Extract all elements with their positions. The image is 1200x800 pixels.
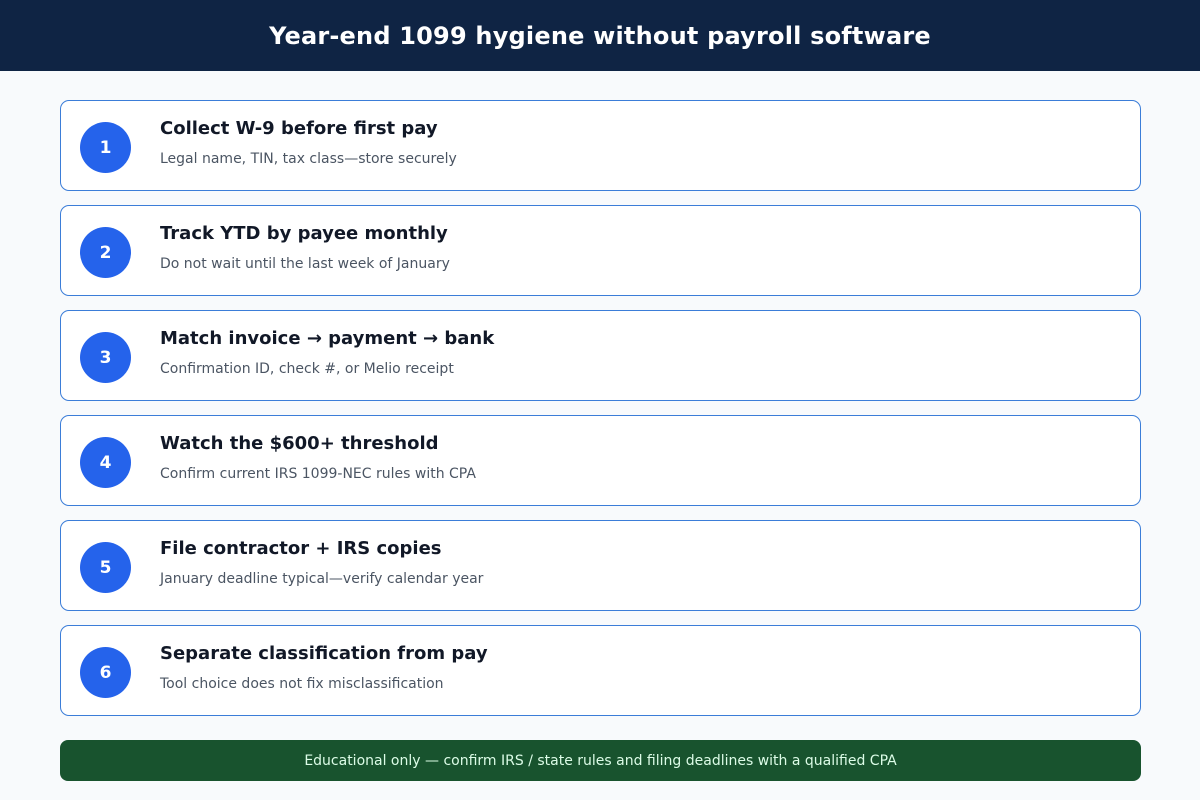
step-card: 2 Track YTD by payee monthly Do not wait… xyxy=(60,205,1141,296)
step-description: Tool choice does not fix misclassificati… xyxy=(160,676,444,692)
step-number-badge: 1 xyxy=(80,122,131,173)
step-title: Match invoice → payment → bank xyxy=(160,328,495,349)
step-card: 5 File contractor + IRS copies January d… xyxy=(60,520,1141,611)
header-banner: Year-end 1099 hygiene without payroll so… xyxy=(0,0,1200,71)
step-number-badge: 6 xyxy=(80,647,131,698)
disclaimer-text: Educational only — confirm IRS / state r… xyxy=(304,752,897,769)
step-description: Do not wait until the last week of Janua… xyxy=(160,256,450,272)
step-description: Legal name, TIN, tax class—store securel… xyxy=(160,151,457,167)
step-number-badge: 2 xyxy=(80,227,131,278)
step-description: January deadline typical—verify calendar… xyxy=(160,571,484,587)
step-description: Confirm current IRS 1099-NEC rules with … xyxy=(160,466,476,482)
step-title: Separate classification from pay xyxy=(160,643,488,664)
step-list: 1 Collect W-9 before first pay Legal nam… xyxy=(60,100,1141,730)
step-number-badge: 3 xyxy=(80,332,131,383)
step-card: 4 Watch the $600+ threshold Confirm curr… xyxy=(60,415,1141,506)
page-title: Year-end 1099 hygiene without payroll so… xyxy=(269,21,931,50)
step-card: 6 Separate classification from pay Tool … xyxy=(60,625,1141,716)
step-description: Confirmation ID, check #, or Melio recei… xyxy=(160,361,454,377)
disclaimer-banner: Educational only — confirm IRS / state r… xyxy=(60,740,1141,781)
step-title: File contractor + IRS copies xyxy=(160,538,442,559)
step-title: Watch the $600+ threshold xyxy=(160,433,439,454)
step-number-badge: 4 xyxy=(80,437,131,488)
step-number-badge: 5 xyxy=(80,542,131,593)
step-card: 1 Collect W-9 before first pay Legal nam… xyxy=(60,100,1141,191)
step-title: Track YTD by payee monthly xyxy=(160,223,448,244)
step-card: 3 Match invoice → payment → bank Confirm… xyxy=(60,310,1141,401)
step-title: Collect W-9 before first pay xyxy=(160,118,438,139)
